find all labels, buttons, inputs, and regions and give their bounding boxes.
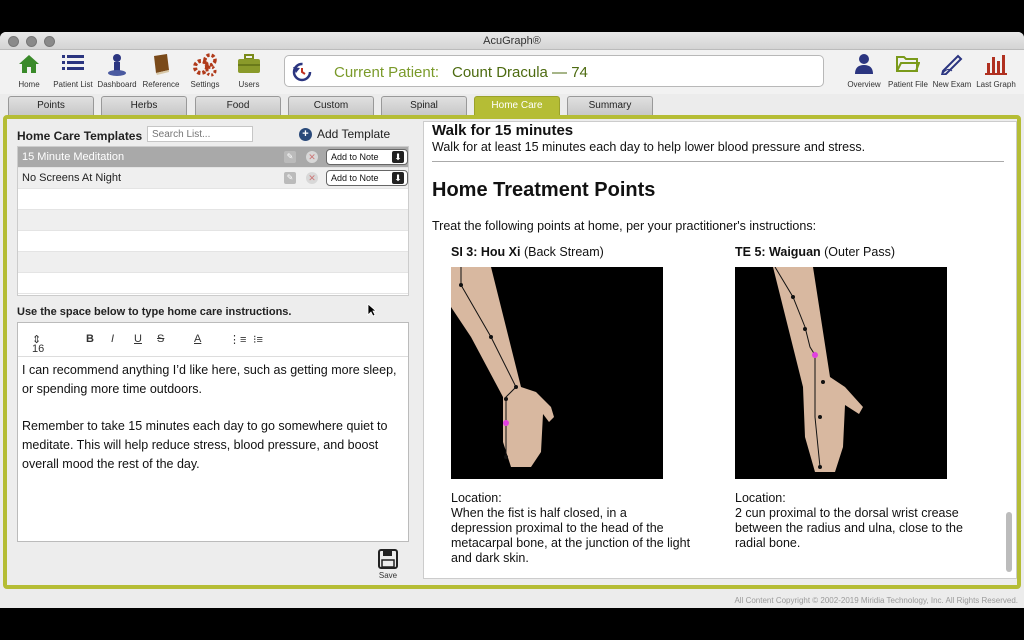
- save-button[interactable]: Save: [373, 549, 403, 580]
- delete-x-icon[interactable]: ✕: [306, 172, 318, 184]
- briefcase-icon: [223, 53, 275, 79]
- section-intro: Treat the following points at home, per …: [432, 219, 817, 233]
- minimize-window-button[interactable]: [26, 36, 37, 47]
- font-size-select[interactable]: 16 ⇕: [32, 333, 44, 355]
- template-search-input[interactable]: [147, 126, 253, 142]
- main-toolbar: Home Patient List Dashboard Reference Se…: [0, 50, 1024, 94]
- delete-x-icon[interactable]: ✕: [306, 151, 318, 163]
- tab-spinal[interactable]: Spinal: [381, 96, 467, 115]
- tab-herbs[interactable]: Herbs: [101, 96, 187, 115]
- point-image: [451, 267, 663, 479]
- italic-icon[interactable]: I: [111, 333, 114, 345]
- title-bar: AcuGraph®: [0, 32, 1024, 50]
- template-name: 15 Minute Meditation: [22, 151, 125, 163]
- list-item[interactable]: No Screens At Night ✎ ✕ Add to Note ⬇: [18, 168, 408, 189]
- templates-heading: Home Care Templates: [17, 129, 143, 143]
- bar-chart-icon: [970, 53, 1022, 79]
- current-patient-bar[interactable]: Current Patient: Count Dracula — 74: [284, 55, 824, 87]
- template-name: No Screens At Night: [22, 172, 122, 184]
- divider: [432, 161, 1004, 162]
- edit-pencil-icon[interactable]: ✎: [284, 172, 296, 184]
- download-icon: ⬇: [392, 172, 404, 184]
- instruction-paragraph: I can recommend anything I’d like here, …: [22, 363, 397, 396]
- preview-description: Walk for at least 15 minutes each day to…: [432, 140, 866, 154]
- close-window-button[interactable]: [8, 36, 19, 47]
- copyright-footer: All Content Copyright © 2002-2019 Miridi…: [734, 596, 1018, 605]
- tab-custom[interactable]: Custom: [288, 96, 374, 115]
- tab-home-care[interactable]: Home Care: [474, 96, 560, 115]
- add-to-note-button[interactable]: Add to Note ⬇: [326, 149, 408, 165]
- numbered-list-icon[interactable]: ⋮≡: [229, 333, 246, 346]
- text-color-icon[interactable]: A: [194, 333, 201, 345]
- strikethrough-icon[interactable]: S: [157, 333, 164, 345]
- download-icon: ⬇: [392, 151, 404, 163]
- refresh-patient-icon[interactable]: [291, 61, 313, 88]
- underline-icon[interactable]: U: [134, 333, 142, 345]
- window-controls: [8, 36, 55, 47]
- bullet-list-icon[interactable]: ⁝≡: [253, 333, 263, 346]
- preview-title: Walk for 15 minutes: [432, 122, 574, 139]
- empty-row: [18, 231, 408, 252]
- tab-summary[interactable]: Summary: [567, 96, 653, 115]
- mouse-cursor-icon: [367, 303, 377, 317]
- tab-bar: Points Herbs Food Custom Spinal Home Car…: [0, 96, 1024, 116]
- preview-scrollbar[interactable]: [1006, 512, 1012, 572]
- empty-row: [18, 210, 408, 231]
- point-location: Location: 2 cun proximal to the dorsal w…: [735, 491, 963, 550]
- empty-row: [18, 273, 408, 294]
- window-title: AcuGraph®: [483, 35, 541, 47]
- home-care-panel: Home Care Templates + Add Template 15 Mi…: [3, 115, 1021, 589]
- instructions-label: Use the space below to type home care in…: [17, 306, 292, 318]
- point-location: Location: When the fist is half closed, …: [451, 491, 691, 565]
- editor-body[interactable]: I can recommend anything I’d like here, …: [18, 357, 408, 496]
- bold-icon[interactable]: B: [86, 333, 94, 345]
- point-name: SI 3: Hou Xi (Back Stream): [451, 245, 604, 259]
- point-image: [735, 266, 947, 479]
- zoom-window-button[interactable]: [44, 36, 55, 47]
- edit-pencil-icon[interactable]: ✎: [284, 151, 296, 163]
- tab-food[interactable]: Food: [195, 96, 281, 115]
- add-template-button[interactable]: + Add Template: [299, 127, 390, 141]
- add-to-note-button[interactable]: Add to Note ⬇: [326, 170, 408, 186]
- list-item[interactable]: 15 Minute Meditation ✎ ✕ Add to Note ⬇: [18, 147, 408, 168]
- editor-toolbar: 16 ⇕ B I U S A ⋮≡ ⁝≡: [18, 323, 408, 357]
- instructions-editor[interactable]: 16 ⇕ B I U S A ⋮≡ ⁝≡ I can recommend any…: [17, 322, 409, 542]
- plus-circle-icon: +: [299, 127, 312, 141]
- point-name: TE 5: Waiguan (Outer Pass): [735, 245, 895, 259]
- save-disk-icon: [378, 549, 398, 569]
- app-window: AcuGraph® Home Patient List Dashboard Re…: [0, 32, 1024, 608]
- treatment-point: SI 3: Hou Xi (Back Stream) Location: Whe…: [451, 245, 691, 566]
- treatment-point: TE 5: Waiguan (Outer Pass) Location: 2 c…: [735, 245, 975, 551]
- section-title: Home Treatment Points: [432, 179, 656, 201]
- instruction-paragraph: Remember to take 15 minutes each day to …: [22, 419, 388, 471]
- last-graph-button[interactable]: Last Graph: [970, 53, 1022, 89]
- templates-list: 15 Minute Meditation ✎ ✕ Add to Note ⬇ No…: [17, 146, 409, 296]
- templates-pane: Home Care Templates + Add Template 15 Mi…: [17, 123, 411, 583]
- empty-row: [18, 252, 408, 273]
- current-patient-label: Current Patient:: [334, 64, 440, 81]
- preview-pane[interactable]: Walk for 15 minutes Walk for at least 15…: [423, 121, 1017, 579]
- users-button[interactable]: Users: [223, 53, 275, 89]
- current-patient-name: Count Dracula — 74: [452, 64, 588, 81]
- empty-row: [18, 189, 408, 210]
- tab-points[interactable]: Points: [8, 96, 94, 115]
